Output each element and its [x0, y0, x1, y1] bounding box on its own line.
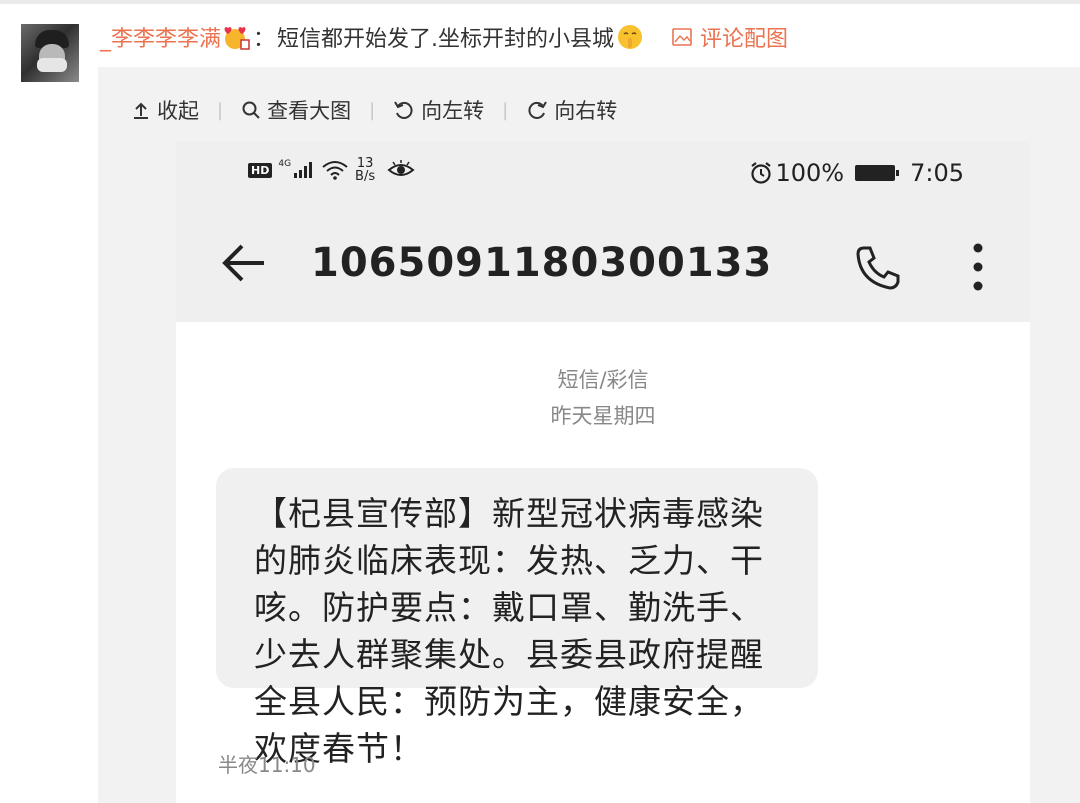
collapse-icon	[134, 102, 148, 119]
toolbar-separator: |	[217, 99, 224, 121]
back-arrow-icon[interactable]	[220, 239, 268, 287]
image-link-label: 评论配图	[700, 27, 789, 52]
search-icon	[242, 101, 260, 119]
sms-screenshot[interactable]: HD 4G 13 B/s 100% 7:05 1065091180300133 …	[176, 141, 1030, 803]
sms-header: HD 4G 13 B/s 100% 7:05 1065091180300133	[176, 141, 1030, 322]
collapse-button[interactable]: 收起	[131, 95, 199, 125]
more-vertical-icon[interactable]	[970, 242, 986, 292]
message-bubble[interactable]: 【杞县宣传部】新型冠状病毒感染的肺炎临床表现：发热、乏力、干咳。防护要点：戴口罩…	[216, 468, 818, 768]
rotate-right-icon	[528, 101, 548, 119]
wifi-icon	[322, 161, 348, 180]
comment-image-link[interactable]: 评论配图	[672, 21, 788, 53]
comment-colon: ：	[253, 27, 276, 52]
view-large-button[interactable]: 查看大图	[241, 95, 351, 125]
emoji-love-icon	[224, 27, 250, 50]
message-text: 【杞县宣传部】新型冠状病毒感染的肺炎临床表现：发热、乏力、干咳。防护要点：戴口罩…	[254, 494, 764, 768]
speed-unit: B/s	[355, 169, 376, 184]
battery-percent: 100%	[775, 159, 845, 187]
top-divider	[0, 0, 1080, 4]
comment-line: _李李李李满 ： 短信都开始发了.坐标开封的小县城 评论配图	[100, 20, 788, 54]
rotate-right-label: 向右转	[554, 99, 618, 123]
sender-number: 1065091180300133	[311, 240, 773, 286]
status-time: 7:05	[910, 159, 964, 187]
status-bar-right: 100% 7:05	[749, 159, 964, 187]
collapse-label: 收起	[157, 99, 199, 123]
message-type-label: 短信/彩信	[557, 368, 649, 392]
rotate-left-label: 向左转	[421, 99, 485, 123]
message-time: 半夜11:10	[218, 753, 316, 777]
comment-username[interactable]: _李李李李满	[100, 21, 221, 53]
hd-badge: HD	[248, 162, 273, 178]
image-toolbar: 收起 | 查看大图 | 向左转 | 向右转	[131, 92, 617, 128]
alarm-icon	[751, 162, 772, 184]
toolbar-separator: |	[369, 99, 376, 121]
battery-icon	[855, 165, 900, 181]
rotate-right-button[interactable]: 向右转	[526, 95, 617, 125]
toolbar-separator: |	[502, 99, 509, 121]
rotate-left-button[interactable]: 向左转	[393, 95, 484, 125]
signal-icon	[294, 162, 313, 178]
view-large-label: 查看大图	[267, 99, 352, 123]
status-bar-left: HD 4G 13 B/s	[248, 157, 415, 183]
network-type: 4G	[278, 159, 292, 169]
avatar[interactable]	[21, 24, 79, 82]
comment-text: 短信都开始发了.坐标开封的小县城	[277, 27, 615, 52]
emoji-shush-icon	[618, 25, 643, 49]
phone-call-icon[interactable]	[852, 242, 904, 294]
eye-icon	[387, 160, 415, 176]
rotate-left-icon	[394, 101, 413, 119]
message-date-label: 昨天星期四	[550, 404, 656, 428]
avatar-mask	[37, 58, 67, 72]
network-speed: 13 B/s	[355, 157, 375, 183]
image-icon	[672, 28, 692, 46]
